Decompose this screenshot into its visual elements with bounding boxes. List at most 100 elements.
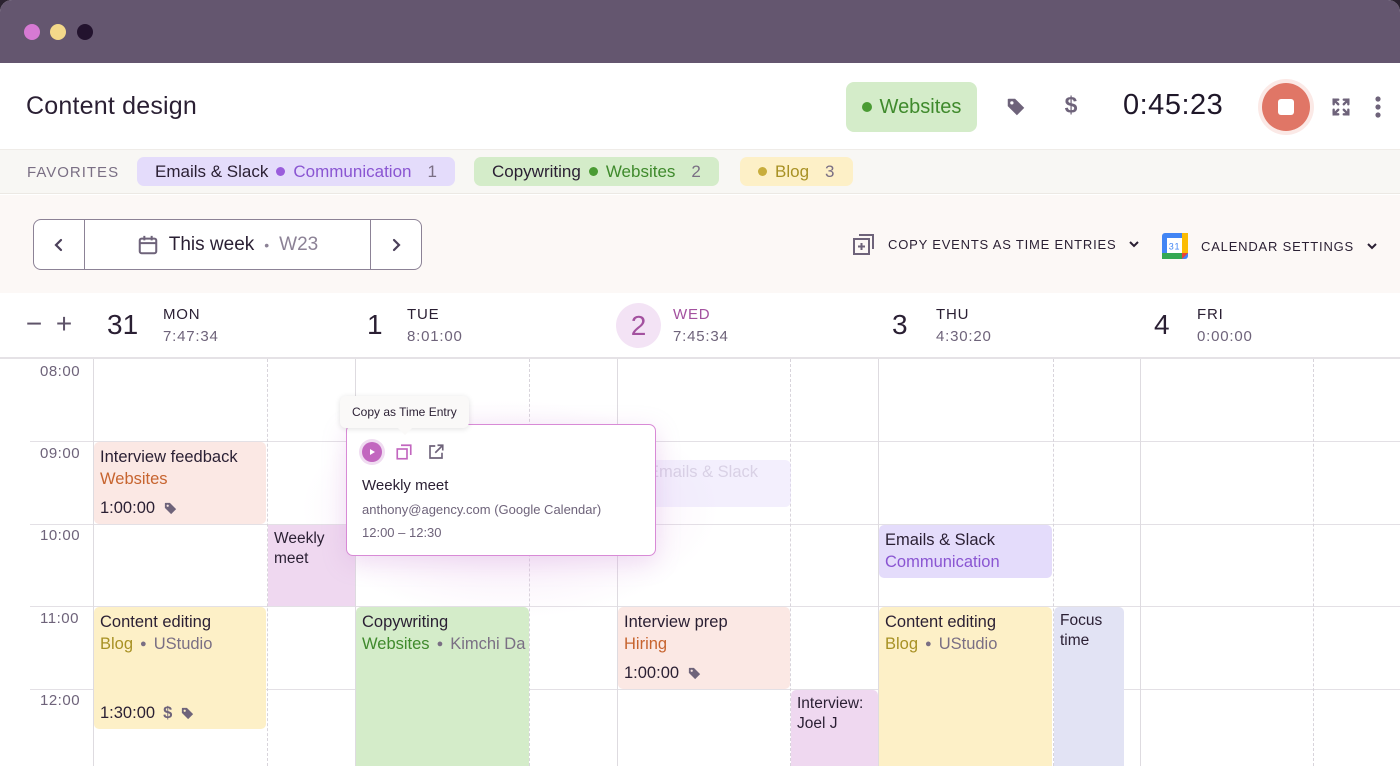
day-header-tue[interactable]: 1 TUE 8:01:00 — [355, 293, 617, 357]
hour-label: 11:00 — [40, 610, 79, 627]
timer-display: 0:45:23 — [1123, 89, 1224, 121]
chevron-down-icon — [1129, 241, 1140, 248]
day-name: TUE — [407, 306, 440, 323]
time-entry[interactable]: Content editing Blog ● UStudio — [879, 607, 1052, 766]
separator-dot: ● — [925, 638, 932, 650]
day-header-fri[interactable]: 4 FRI 0:00:00 — [1140, 293, 1400, 357]
favorite-shortcut-number: 2 — [691, 161, 701, 181]
favorite-shortcut-number: 1 — [427, 161, 437, 181]
project-selector[interactable]: Websites — [846, 82, 977, 132]
hour-label: 09:00 — [40, 445, 81, 462]
day-name: FRI — [1197, 306, 1224, 323]
copy-events-dropdown[interactable]: COPY EVENTS AS TIME ENTRIES — [852, 232, 1140, 256]
entry-duration: 1:30:00 — [100, 704, 156, 722]
next-week-button[interactable] — [370, 220, 421, 269]
time-entry[interactable]: Interview prep Hiring 1:00:00 — [618, 607, 790, 689]
copy-icon[interactable] — [394, 442, 414, 462]
calendar-grid[interactable]: 08:00 09:00 10:00 11:00 12:00 Emails & S… — [0, 359, 1400, 766]
stop-timer-button[interactable] — [1262, 83, 1310, 131]
day-number: 1 — [367, 309, 383, 340]
time-entry[interactable]: Interview feedback Websites 1:00:00 — [94, 442, 266, 524]
minimize-window-button[interactable] — [50, 24, 66, 40]
close-window-button[interactable] — [24, 24, 40, 40]
entry-project: Blog — [100, 635, 134, 653]
popover-calendar-source: anthony@agency.com (Google Calendar) — [362, 502, 602, 517]
event-title: Focus time — [1060, 612, 1103, 649]
calendar-event[interactable]: Interview: Joel J — [791, 690, 878, 766]
entry-project: Websites — [100, 470, 168, 488]
dragging-event-ghost: Emails & Slack — [640, 460, 791, 507]
entry-title: Content editing — [885, 613, 996, 631]
stop-icon — [1278, 99, 1294, 115]
chevron-down-icon — [1367, 243, 1377, 250]
half-day-divider — [1313, 359, 1314, 766]
entry-project: Communication — [885, 553, 1000, 571]
day-total: 7:47:34 — [163, 328, 219, 345]
entry-client: Kimchi Da — [450, 635, 526, 653]
hour-label: 10:00 — [40, 527, 81, 544]
entry-title: Interview prep — [624, 613, 728, 631]
favorite-description: Emails & Slack — [155, 161, 269, 181]
separator-dot: ● — [140, 638, 147, 650]
external-link-icon[interactable] — [426, 442, 446, 462]
entry-duration: 1:00:00 — [100, 499, 156, 517]
day-total: 8:01:00 — [407, 328, 463, 345]
play-icon[interactable] — [362, 442, 382, 462]
favorite-item[interactable]: Copywriting Websites 2 — [474, 157, 719, 186]
day-total: 0:00:00 — [1197, 328, 1253, 345]
google-calendar-icon: 31 — [1162, 233, 1188, 259]
calendar-icon — [138, 235, 157, 254]
half-day-divider — [529, 359, 530, 766]
calendar-event[interactable]: Weekly meet — [268, 525, 355, 606]
tag-icon[interactable] — [1003, 94, 1029, 120]
favorites-bar: FAVORITES Emails & Slack Communication 1… — [0, 149, 1400, 194]
zoom-in-button[interactable]: + — [54, 309, 74, 339]
time-entry[interactable]: Emails & Slack Communication — [879, 525, 1052, 578]
hour-line — [30, 524, 1400, 525]
time-entry[interactable]: Copywriting Websites ● Kimchi Da — [356, 607, 529, 766]
dollar-icon[interactable]: $ — [1058, 92, 1084, 118]
day-header-mon[interactable]: 31 MON 7:47:34 — [93, 293, 355, 357]
project-color-dot — [861, 102, 872, 112]
tag-icon — [164, 502, 177, 514]
favorite-project: Websites — [605, 161, 676, 181]
day-number: 4 — [1154, 309, 1170, 340]
day-number-today: 2 — [616, 303, 661, 348]
separator-dot: ● — [436, 638, 444, 650]
hour-label: 08:00 — [40, 363, 81, 380]
day-header-wed[interactable]: 2 WED 7:45:34 — [616, 293, 878, 357]
event-title: Weekly meet — [274, 530, 325, 567]
time-entry-description[interactable]: Content design — [26, 92, 197, 121]
expand-icon[interactable] — [1328, 94, 1354, 120]
entry-project: Hiring — [624, 635, 668, 653]
zoom-out-button[interactable]: − — [24, 309, 44, 339]
maximize-window-button[interactable] — [77, 24, 93, 40]
day-number: 3 — [892, 309, 908, 340]
project-color-dot — [276, 167, 286, 176]
day-name: THU — [936, 306, 970, 323]
time-entry[interactable]: Content editing Blog ● UStudio 1:30:00 $ — [94, 607, 266, 729]
ghost-title: Emails & Slack — [648, 463, 759, 481]
copy-add-icon — [853, 234, 874, 255]
copy-events-label: COPY EVENTS AS TIME ENTRIES — [888, 236, 1117, 252]
entry-client: UStudio — [938, 635, 998, 653]
day-total: 4:30:20 — [936, 328, 992, 345]
favorite-project: Blog — [775, 161, 810, 181]
tag-icon — [688, 667, 701, 679]
calendar-settings-dropdown[interactable]: 31 CALENDAR SETTINGS — [1161, 232, 1378, 260]
favorite-item[interactable]: Emails & Slack Communication 1 — [137, 157, 455, 186]
favorite-project: Communication — [293, 161, 412, 181]
calendar-toolbar: This week • W23 COPY EVENTS AS TIME ENTR… — [0, 195, 1400, 293]
more-vertical-icon[interactable] — [1366, 94, 1390, 120]
previous-week-button[interactable] — [34, 220, 85, 269]
entry-duration: 1:00:00 — [624, 664, 680, 682]
day-header-thu[interactable]: 3 THU 4:30:20 — [878, 293, 1140, 357]
calendar-event[interactable]: Focus time — [1054, 607, 1124, 766]
day-total: 7:45:34 — [673, 328, 729, 345]
favorite-item[interactable]: Blog 3 — [740, 157, 853, 186]
chevron-left-icon — [54, 238, 63, 251]
entry-project: Blog — [885, 635, 919, 653]
popover-time-range: 12:00 – 12:30 — [362, 525, 442, 540]
week-picker-button[interactable]: This week • W23 — [85, 220, 370, 269]
timer-bar: Content design Websites $ 0:45:23 — [0, 63, 1400, 149]
